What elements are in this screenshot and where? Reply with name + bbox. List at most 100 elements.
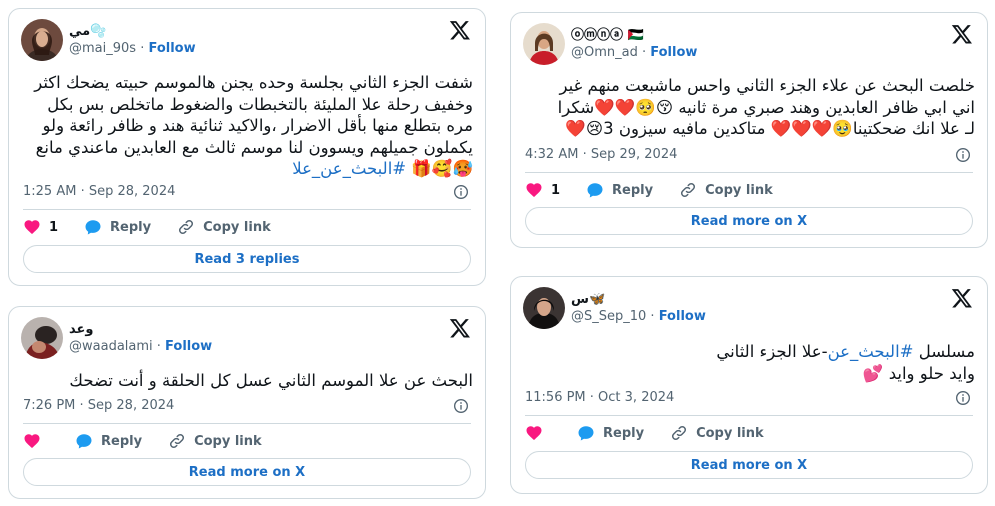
link-icon [168,432,186,450]
x-logo-icon[interactable] [449,19,471,41]
read-replies-button[interactable]: Read 3 replies [23,245,471,273]
timestamp[interactable]: 11:56 PM · Oct 3, 2024 [525,390,674,405]
timestamp[interactable]: 7:26 PM · Sep 28, 2024 [23,398,174,413]
copy-link-label: Copy link [705,182,773,198]
tweet-header: وعد @waadalami · Follow [21,317,212,359]
display-name[interactable]: س🦋 [571,291,706,308]
handle[interactable]: @mai_90s [69,41,136,56]
tweet-text: شفت الجزء الثاني بجلسة وحده يجنن هالموسم… [21,72,473,180]
info-icon[interactable] [453,184,469,200]
avatar[interactable] [523,23,565,65]
tweet-text: خلصت البحث عن علاء الجزء الثاني واحس ماش… [523,75,975,140]
x-logo-icon[interactable] [951,287,973,309]
like-count: 1 [49,219,59,235]
avatar[interactable] [21,317,63,359]
reply-button[interactable]: Reply [84,218,151,236]
reply-label: Reply [603,425,645,441]
reply-button[interactable]: Reply [75,432,142,450]
bubbles-emoji: 🫧 [90,24,107,39]
reply-bubble-icon [75,432,93,450]
display-name-text: س [571,292,589,307]
heart-icon [525,181,543,199]
reply-label: Reply [101,433,143,449]
tweet-text: مسلسل #البحث_عن-علا الجزء الثاني وايد حل… [523,341,975,384]
tweet-header: س🦋 @S_Sep_10 · Follow [523,287,706,329]
follow-link[interactable]: Follow [650,45,697,60]
like-button[interactable] [525,424,551,442]
divider [23,209,471,210]
like-button[interactable]: 1 [23,218,58,236]
display-name-text: ⓞⓜⓝⓐ [571,28,624,43]
divider [525,415,973,416]
butterfly-emoji: 🦋 [588,292,606,307]
heart-icon [525,424,543,442]
tweet-line: خلصت البحث عن علاء الجزء الثاني واحس ماش… [559,76,976,95]
divider [525,172,973,173]
copy-link-button[interactable]: Copy link [679,181,773,199]
follow-link[interactable]: Follow [165,339,212,354]
tweet-line: لـ علا انك ضحكتينا🥹❤️❤️❤️ متاكدين مافيه … [565,119,975,138]
x-logo-icon[interactable] [951,23,973,45]
timestamp[interactable]: 4:32 AM · Sep 29, 2024 [525,147,677,162]
info-icon[interactable] [955,390,971,406]
reply-button[interactable]: Reply [577,424,644,442]
tweet-text-suffix: -علا الجزء الثاني [716,342,828,361]
info-icon[interactable] [453,398,469,414]
tweet-text-prefix: مسلسل [918,342,975,361]
tweet-line: اني ابي ظافر العابدين وهند صبري مرة ثاني… [557,97,975,117]
tweet-card-mai: مي🫧 @mai_90s · Follow شفت الجزء الثاني ب… [8,8,486,286]
copy-link-button[interactable]: Copy link [177,218,271,236]
timestamp[interactable]: 1:25 AM · Sep 28, 2024 [23,184,175,199]
tweet-card-s: س🦋 @S_Sep_10 · Follow مسلسل #البحث_عن-عل… [510,276,988,494]
action-bar: 1 Reply Copy link [525,180,799,200]
like-button[interactable] [23,432,49,450]
follow-link[interactable]: Follow [659,309,706,324]
display-name-text: مي [69,24,91,39]
link-icon [670,424,688,442]
copy-link-label: Copy link [194,433,262,449]
avatar[interactable] [21,19,63,61]
handle[interactable]: @S_Sep_10 [571,309,646,324]
copy-link-label: Copy link [203,219,271,235]
reply-label: Reply [612,182,654,198]
action-bar: 1 Reply Copy link [23,217,297,237]
follow-link[interactable]: Follow [148,41,195,56]
like-button[interactable]: 1 [525,181,560,199]
copy-link-button[interactable]: Copy link [168,432,262,450]
handle[interactable]: @Omn_ad [571,45,638,60]
tweet-line: وايد حلو وايد 💕 [862,363,975,383]
read-more-button[interactable]: Read more on X [23,458,471,486]
hashtag-link[interactable]: #البحث_عن_علا [292,159,406,178]
read-more-button[interactable]: Read more on X [525,451,973,479]
reply-bubble-icon [577,424,595,442]
x-logo-icon[interactable] [449,317,471,339]
read-more-button[interactable]: Read more on X [525,207,973,235]
tweet-body: شفت الجزء الثاني بجلسة وحده يجنن هالموسم… [34,73,473,178]
link-icon [177,218,195,236]
reply-bubble-icon [84,218,102,236]
tweet-line: مسلسل #البحث_عن-علا الجزء الثاني [523,341,975,363]
action-bar: Reply Copy link [23,431,288,451]
heart-icon [23,218,41,236]
reply-bubble-icon [586,181,604,199]
tweet-text: البحث عن علا الموسم الثاني عسل كل الحلقة… [69,371,473,390]
heart-icon [23,432,41,450]
action-bar: Reply Copy link [525,423,790,443]
like-count: 1 [551,182,561,198]
tweet-card-waad: وعد @waadalami · Follow البحث عن علا الم… [8,306,486,499]
reply-button[interactable]: Reply [586,181,653,199]
tweet-header: مي🫧 @mai_90s · Follow [21,19,196,61]
flag-emoji: 🇵🇸 [627,28,644,43]
link-icon [679,181,697,199]
info-icon[interactable] [955,147,971,163]
divider [23,423,471,424]
copy-link-button[interactable]: Copy link [670,424,764,442]
display-name[interactable]: وعد [69,321,212,338]
display-name[interactable]: ⓞⓜⓝⓐ 🇵🇸 [571,27,697,44]
reply-label: Reply [110,219,152,235]
hashtag-link[interactable]: #البحث_عن [828,342,914,361]
tweet-card-omn: ⓞⓜⓝⓐ 🇵🇸 @Omn_ad · Follow خلصت البحث عن ع… [510,12,988,248]
display-name[interactable]: مي🫧 [69,23,196,40]
avatar[interactable] [523,287,565,329]
handle[interactable]: @waadalami [69,339,153,354]
